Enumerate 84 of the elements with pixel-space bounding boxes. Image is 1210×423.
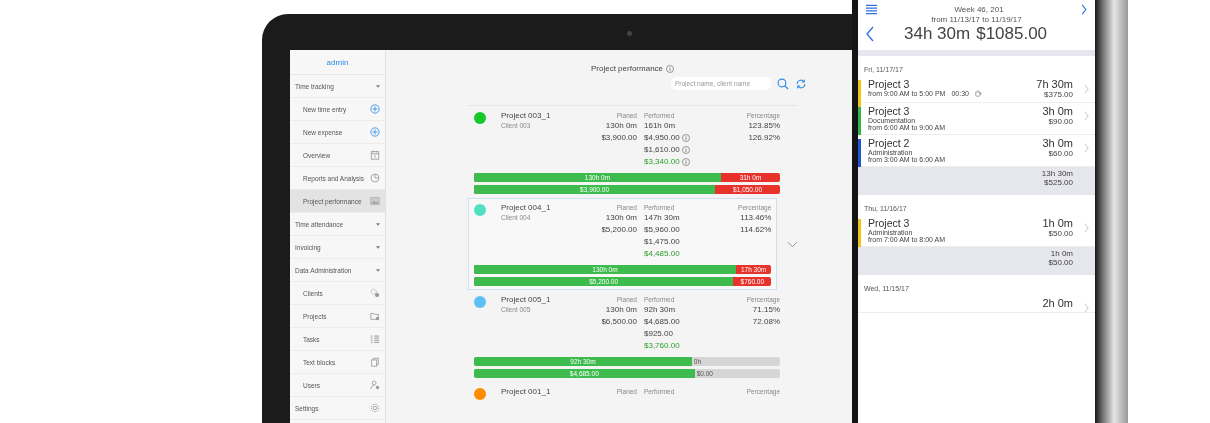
info-icon[interactable] (681, 158, 690, 166)
plus-icon (370, 104, 380, 114)
caret-icon (376, 222, 380, 226)
performed-value: $3,760.00 (644, 340, 680, 352)
back-icon[interactable] (866, 26, 874, 42)
project-name: Project 3 (868, 105, 910, 117)
performed-value: $1,475.00 (644, 236, 680, 248)
chevron-right-icon (1084, 303, 1089, 313)
chevron-right-icon (1084, 111, 1089, 121)
info-icon[interactable] (681, 134, 690, 142)
page-title: Project performance (591, 64, 664, 73)
image-icon (370, 196, 380, 206)
caret-icon (376, 245, 380, 249)
entry-amount: $50.00 (1048, 229, 1073, 238)
percentage-value: 126.92% (748, 132, 780, 144)
day-total-time: 13h 30m (1041, 169, 1073, 178)
performed-value: $4,950.00 (644, 132, 680, 144)
planned-value: 130h 0m (605, 120, 637, 132)
copy-icon (370, 357, 380, 367)
project-name: Project 3 (868, 217, 910, 229)
performed-value: $5,960.00 (644, 224, 680, 236)
chevron-right-icon (1084, 143, 1089, 153)
chevron-right-icon (1084, 84, 1089, 94)
date-range: from 11/13/17 to 11/19/17 (931, 15, 1022, 24)
user-icon (370, 380, 380, 390)
caret-icon (376, 84, 380, 88)
performed-value: $3,340.00 (644, 156, 680, 168)
planned-value: $3,900.00 (601, 132, 637, 144)
refresh-icon[interactable] (795, 77, 807, 90)
project-name: Project 2 (868, 137, 910, 149)
day-total-amount: $525.00 (1044, 178, 1073, 187)
list-icon (370, 334, 380, 344)
planned-value: 130h 0m (605, 212, 637, 224)
entry-duration: 1h 0m (1042, 217, 1073, 229)
planned-value: 130h 0m (605, 304, 637, 316)
project-name: Project 004_1 (501, 203, 552, 212)
camera-dot (627, 31, 632, 36)
percentage-value: 114.62% (740, 224, 772, 236)
performed-value: $1,610.00 (644, 144, 680, 156)
calendar-icon (370, 150, 380, 160)
project-name: Project 005_1 (501, 295, 552, 304)
gears-icon (370, 288, 380, 298)
entry-duration: 2h 0m (1042, 297, 1073, 309)
chevron-right-icon[interactable] (1081, 4, 1087, 15)
day-total-amount: $50.00 (1048, 258, 1073, 267)
entry-duration: 3h 0m (1042, 105, 1073, 117)
day-total-time: 1h 0m (1050, 249, 1073, 258)
percentage-value: 71.15% (752, 304, 780, 316)
info-icon[interactable] (681, 146, 690, 154)
chevron-down-icon[interactable] (787, 240, 798, 248)
performed-value: $925.00 (644, 328, 673, 340)
performed-value: 92h 30m (644, 304, 676, 316)
entry-duration: 3h 0m (1042, 137, 1073, 149)
performed-value: 147h 30m (644, 212, 680, 224)
cup-icon (974, 90, 982, 97)
pie-chart-icon (370, 173, 380, 183)
folder-icon (370, 311, 380, 321)
percentage-value: 123.85% (748, 120, 780, 132)
performed-value: $4,485.00 (644, 248, 680, 260)
caret-icon (376, 268, 380, 272)
percentage-value: 72.08% (752, 316, 780, 328)
total-time: 34h 30m (904, 24, 971, 44)
entry-duration: 7h 30m (1036, 78, 1073, 90)
performed-value: $4,685.00 (644, 316, 680, 328)
week-label: Week 46, 201 (954, 5, 1004, 14)
project-name: Project 003_1 (501, 111, 552, 120)
planned-value: $6,500.00 (601, 316, 637, 328)
chevron-right-icon (1084, 223, 1089, 233)
time-entry[interactable]: 2h 0m (858, 295, 1095, 313)
percentage-value: 113.46% (740, 212, 772, 224)
entry-amount: $90.00 (1048, 117, 1073, 126)
planned-value: $5,200.00 (601, 224, 637, 236)
project-name: Project 3 (868, 78, 911, 90)
total-amount: $1085.00 (976, 24, 1048, 44)
entry-amount: $375.00 (1044, 90, 1073, 99)
settings-icon (370, 403, 380, 413)
user-name[interactable]: admin (290, 50, 385, 75)
project-name: Project 001_1 (501, 387, 552, 396)
info-icon[interactable] (666, 64, 675, 73)
plus-icon (370, 127, 380, 137)
menu-icon[interactable] (866, 4, 877, 15)
performed-value: 161h 0m (644, 120, 676, 132)
entry-amount: $60.00 (1048, 149, 1073, 158)
search-icon[interactable] (777, 77, 789, 90)
